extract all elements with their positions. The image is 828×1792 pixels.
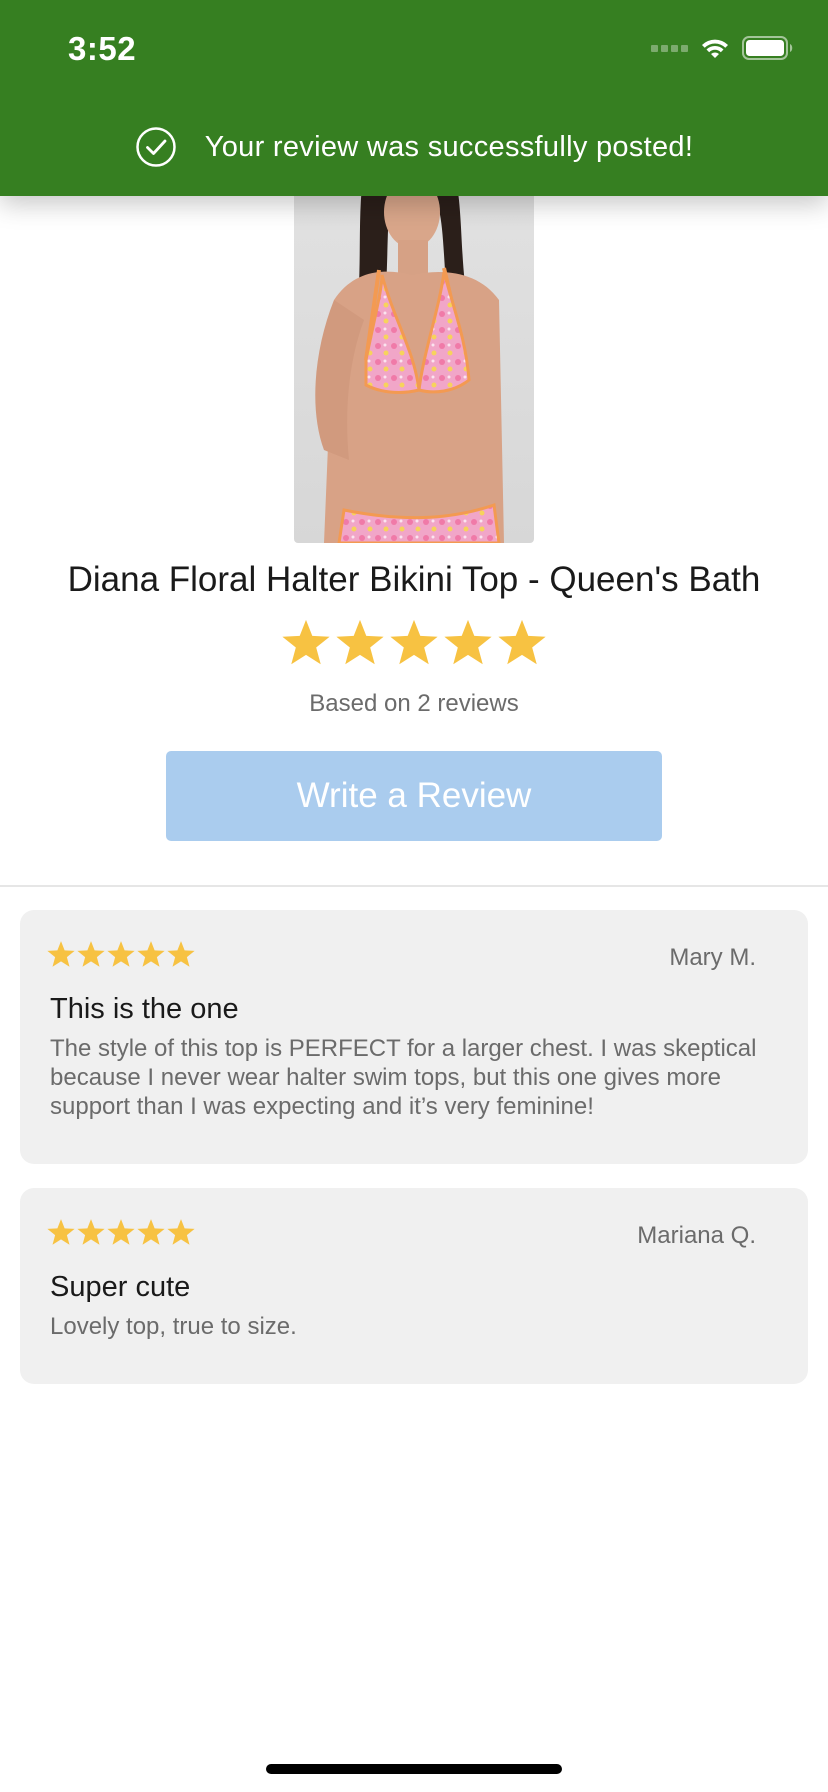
star-icon xyxy=(167,1219,195,1245)
star-icon xyxy=(137,1219,165,1245)
star-icon xyxy=(444,619,492,665)
review-body: The style of this top is PERFECT for a l… xyxy=(50,1035,757,1120)
divider xyxy=(0,885,828,887)
review-card: Mary M. This is the one The style of thi… xyxy=(20,910,808,1164)
check-circle-icon xyxy=(136,127,176,167)
status-time: 3:52 xyxy=(68,30,137,67)
star-icon xyxy=(47,1219,75,1245)
review-card: Mariana Q. Super cute Lovely top, true t… xyxy=(20,1188,808,1384)
star-icon xyxy=(167,941,195,967)
review-rating-stars xyxy=(46,940,196,969)
battery-icon xyxy=(742,36,793,60)
home-indicator[interactable] xyxy=(266,1764,562,1774)
product-image xyxy=(294,150,534,543)
review-count: Based on 2 reviews xyxy=(309,690,519,717)
star-icon xyxy=(107,1219,135,1245)
star-icon xyxy=(107,941,135,967)
product-rating-stars xyxy=(0,618,828,668)
review-author: Mariana Q. xyxy=(637,1222,756,1249)
review-body: Lovely top, true to size. xyxy=(50,1313,297,1340)
success-banner: 3:52 Your review was successfully posted… xyxy=(0,0,828,196)
status-icons xyxy=(651,36,794,60)
star-icon xyxy=(77,941,105,967)
review-title: Super cute xyxy=(50,1271,191,1303)
star-icon xyxy=(77,1219,105,1245)
cellular-signal-icon xyxy=(651,44,688,52)
star-icon xyxy=(498,619,546,665)
banner-text: Your review was successfully posted! xyxy=(204,130,694,163)
wifi-icon xyxy=(702,39,728,58)
star-icon xyxy=(137,941,165,967)
write-review-button[interactable]: Write a Review xyxy=(166,751,662,841)
product-photo-illustration xyxy=(315,150,504,543)
review-author: Mary M. xyxy=(669,944,756,971)
star-icon xyxy=(336,619,384,665)
star-icon xyxy=(47,941,75,967)
star-icon xyxy=(282,619,330,665)
star-icon xyxy=(390,619,438,665)
banner-message: Your review was successfully posted! xyxy=(0,126,828,168)
product-title: Diana Floral Halter Bikini Top - Queen's… xyxy=(67,560,761,599)
review-title: This is the one xyxy=(50,993,239,1025)
review-rating-stars xyxy=(46,1218,196,1247)
